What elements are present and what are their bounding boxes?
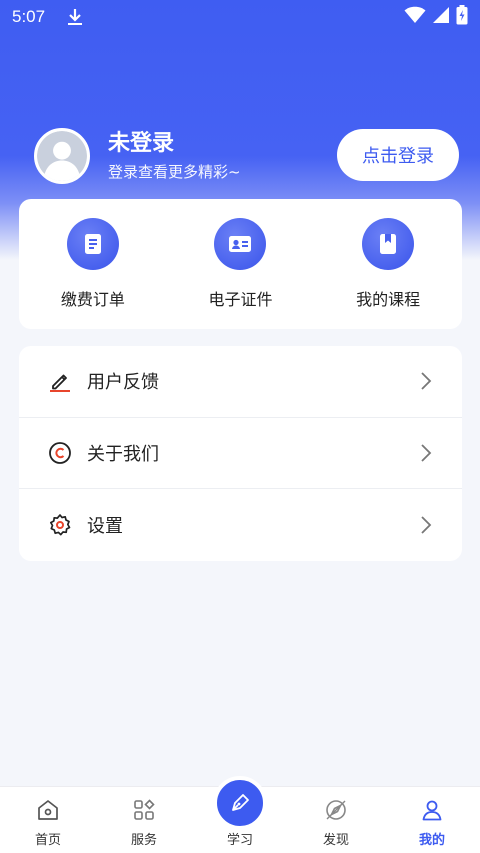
copyright-icon [47,440,73,466]
profile-name: 未登录 [108,131,175,156]
login-button[interactable]: 点击登录 [337,129,459,181]
menu-item-settings[interactable]: 设置 [19,489,462,561]
compass-icon [323,797,349,823]
id-card-icon [214,218,267,270]
menu-item-about[interactable]: 关于我们 [19,418,462,490]
tab-study[interactable]: 学习 [192,776,288,853]
chevron-right-icon [420,371,432,391]
bottom-tab-bar: 首页 服务 学习 发现 我的 [0,776,480,853]
tab-mine[interactable]: 我的 [384,787,480,853]
wifi-icon [404,6,426,28]
tab-label: 我的 [418,833,445,848]
pencil-icon [47,368,73,394]
user-icon [419,797,445,823]
profile-subtitle: 登录查看更多精彩~ [108,163,241,181]
chevron-right-icon [420,515,432,535]
tab-label: 服务 [130,833,157,848]
quick-action-label: 电子证件 [208,290,273,309]
quick-action-orders[interactable]: 缴费订单 [28,218,158,310]
menu-item-feedback[interactable]: 用户反馈 [19,346,462,418]
menu-item-label: 关于我们 [87,443,159,465]
home-icon [35,797,61,823]
quick-action-label: 缴费订单 [60,290,125,309]
download-icon [67,8,83,26]
quick-action-courses[interactable]: 我的课程 [323,218,453,310]
menu-item-label: 用户反馈 [87,372,159,394]
document-icon [66,218,119,270]
tab-label: 发现 [322,833,349,848]
quick-action-label: 我的课程 [356,290,421,309]
chevron-right-icon [420,443,432,463]
menu-list: 用户反馈 关于我们 设置 [19,346,462,561]
avatar[interactable] [34,128,90,184]
status-bar: 5:07 [0,0,480,34]
quick-actions-card: 缴费订单 电子证件 我的课程 [19,199,462,329]
profile-section: 未登录 登录查看更多精彩~ [34,128,241,184]
quick-action-certificates[interactable]: 电子证件 [175,218,305,310]
battery-icon [456,5,468,29]
tab-label: 学习 [226,833,253,848]
tab-label: 首页 [34,833,61,848]
grid-icon [131,797,157,823]
bookmark-book-icon [362,218,415,270]
status-time: 5:07 [12,7,46,26]
tab-services[interactable]: 服务 [96,787,192,853]
menu-item-label: 设置 [87,515,123,537]
user-avatar-icon [37,131,87,181]
pen-nib-icon [213,776,267,830]
tab-discover[interactable]: 发现 [288,787,384,853]
signal-icon [432,6,450,28]
tab-home[interactable]: 首页 [0,787,96,853]
gear-icon [47,512,73,538]
